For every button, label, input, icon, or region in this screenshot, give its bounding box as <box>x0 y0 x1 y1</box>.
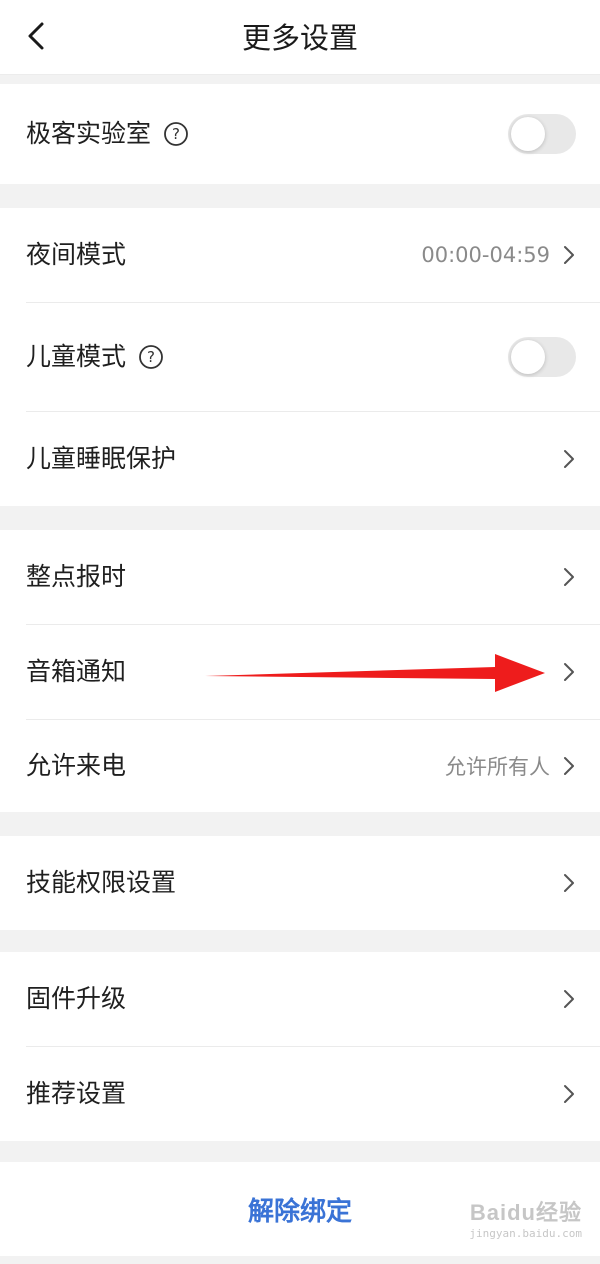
svg-text:?: ? <box>172 125 180 143</box>
row-night-mode[interactable]: 夜间模式 00:00-04:59 <box>0 208 600 302</box>
chevron-right-icon <box>562 448 576 470</box>
help-icon[interactable]: ? <box>163 121 189 147</box>
settings-group-skills: 技能权限设置 <box>0 836 600 930</box>
chevron-right-icon <box>562 872 576 894</box>
firmware-upgrade-label: 固件升级 <box>26 984 127 1013</box>
skill-permissions-label: 技能权限设置 <box>26 868 177 897</box>
watermark-brand: Baidu经验 <box>469 1200 582 1225</box>
annotation-arrow-icon <box>205 654 545 692</box>
chevron-right-icon <box>562 988 576 1010</box>
night-mode-label: 夜间模式 <box>26 240 127 269</box>
hourly-chime-label: 整点报时 <box>26 562 127 591</box>
row-child-sleep[interactable]: 儿童睡眠保护 <box>0 412 600 506</box>
row-hourly-chime[interactable]: 整点报时 <box>0 530 600 624</box>
help-icon[interactable]: ? <box>138 344 164 370</box>
row-geek-lab: 极客实验室 ? <box>0 84 600 184</box>
allow-calls-value: 允许所有人 <box>445 755 550 779</box>
row-skill-permissions[interactable]: 技能权限设置 <box>0 836 600 930</box>
row-allow-calls[interactable]: 允许来电 允许所有人 <box>0 720 600 812</box>
child-mode-toggle[interactable] <box>508 337 576 377</box>
header-bar: 更多设置 <box>0 0 600 75</box>
geek-lab-label: 极客实验室 <box>26 119 152 148</box>
chevron-right-icon <box>562 566 576 588</box>
row-child-mode: 儿童模式 ? <box>0 303 600 411</box>
chevron-right-icon <box>562 661 576 683</box>
row-firmware-upgrade[interactable]: 固件升级 <box>0 952 600 1046</box>
svg-text:?: ? <box>147 348 155 366</box>
night-mode-value: 00:00-04:59 <box>421 243 550 267</box>
geek-lab-toggle[interactable] <box>508 114 576 154</box>
chevron-right-icon <box>562 244 576 266</box>
chevron-right-icon <box>562 755 576 777</box>
watermark-url: jingyan.baidu.com <box>469 1227 582 1240</box>
toggle-knob <box>511 340 545 374</box>
chevron-right-icon <box>562 1083 576 1105</box>
page-title: 更多设置 <box>241 21 358 55</box>
settings-group-system: 固件升级 推荐设置 <box>0 952 600 1141</box>
watermark: Baidu经验 jingyan.baidu.com <box>469 1195 582 1240</box>
settings-group-lab: 极客实验室 ? <box>0 84 600 184</box>
recommend-settings-label: 推荐设置 <box>26 1079 127 1108</box>
child-sleep-label: 儿童睡眠保护 <box>26 444 177 473</box>
child-mode-label: 儿童模式 <box>26 342 127 371</box>
allow-calls-label: 允许来电 <box>26 751 127 780</box>
toggle-knob <box>511 117 545 151</box>
speaker-notice-label: 音箱通知 <box>26 657 127 686</box>
row-recommend-settings[interactable]: 推荐设置 <box>0 1047 600 1141</box>
settings-group-modes: 夜间模式 00:00-04:59 儿童模式 ? 儿童睡眠保护 <box>0 208 600 506</box>
